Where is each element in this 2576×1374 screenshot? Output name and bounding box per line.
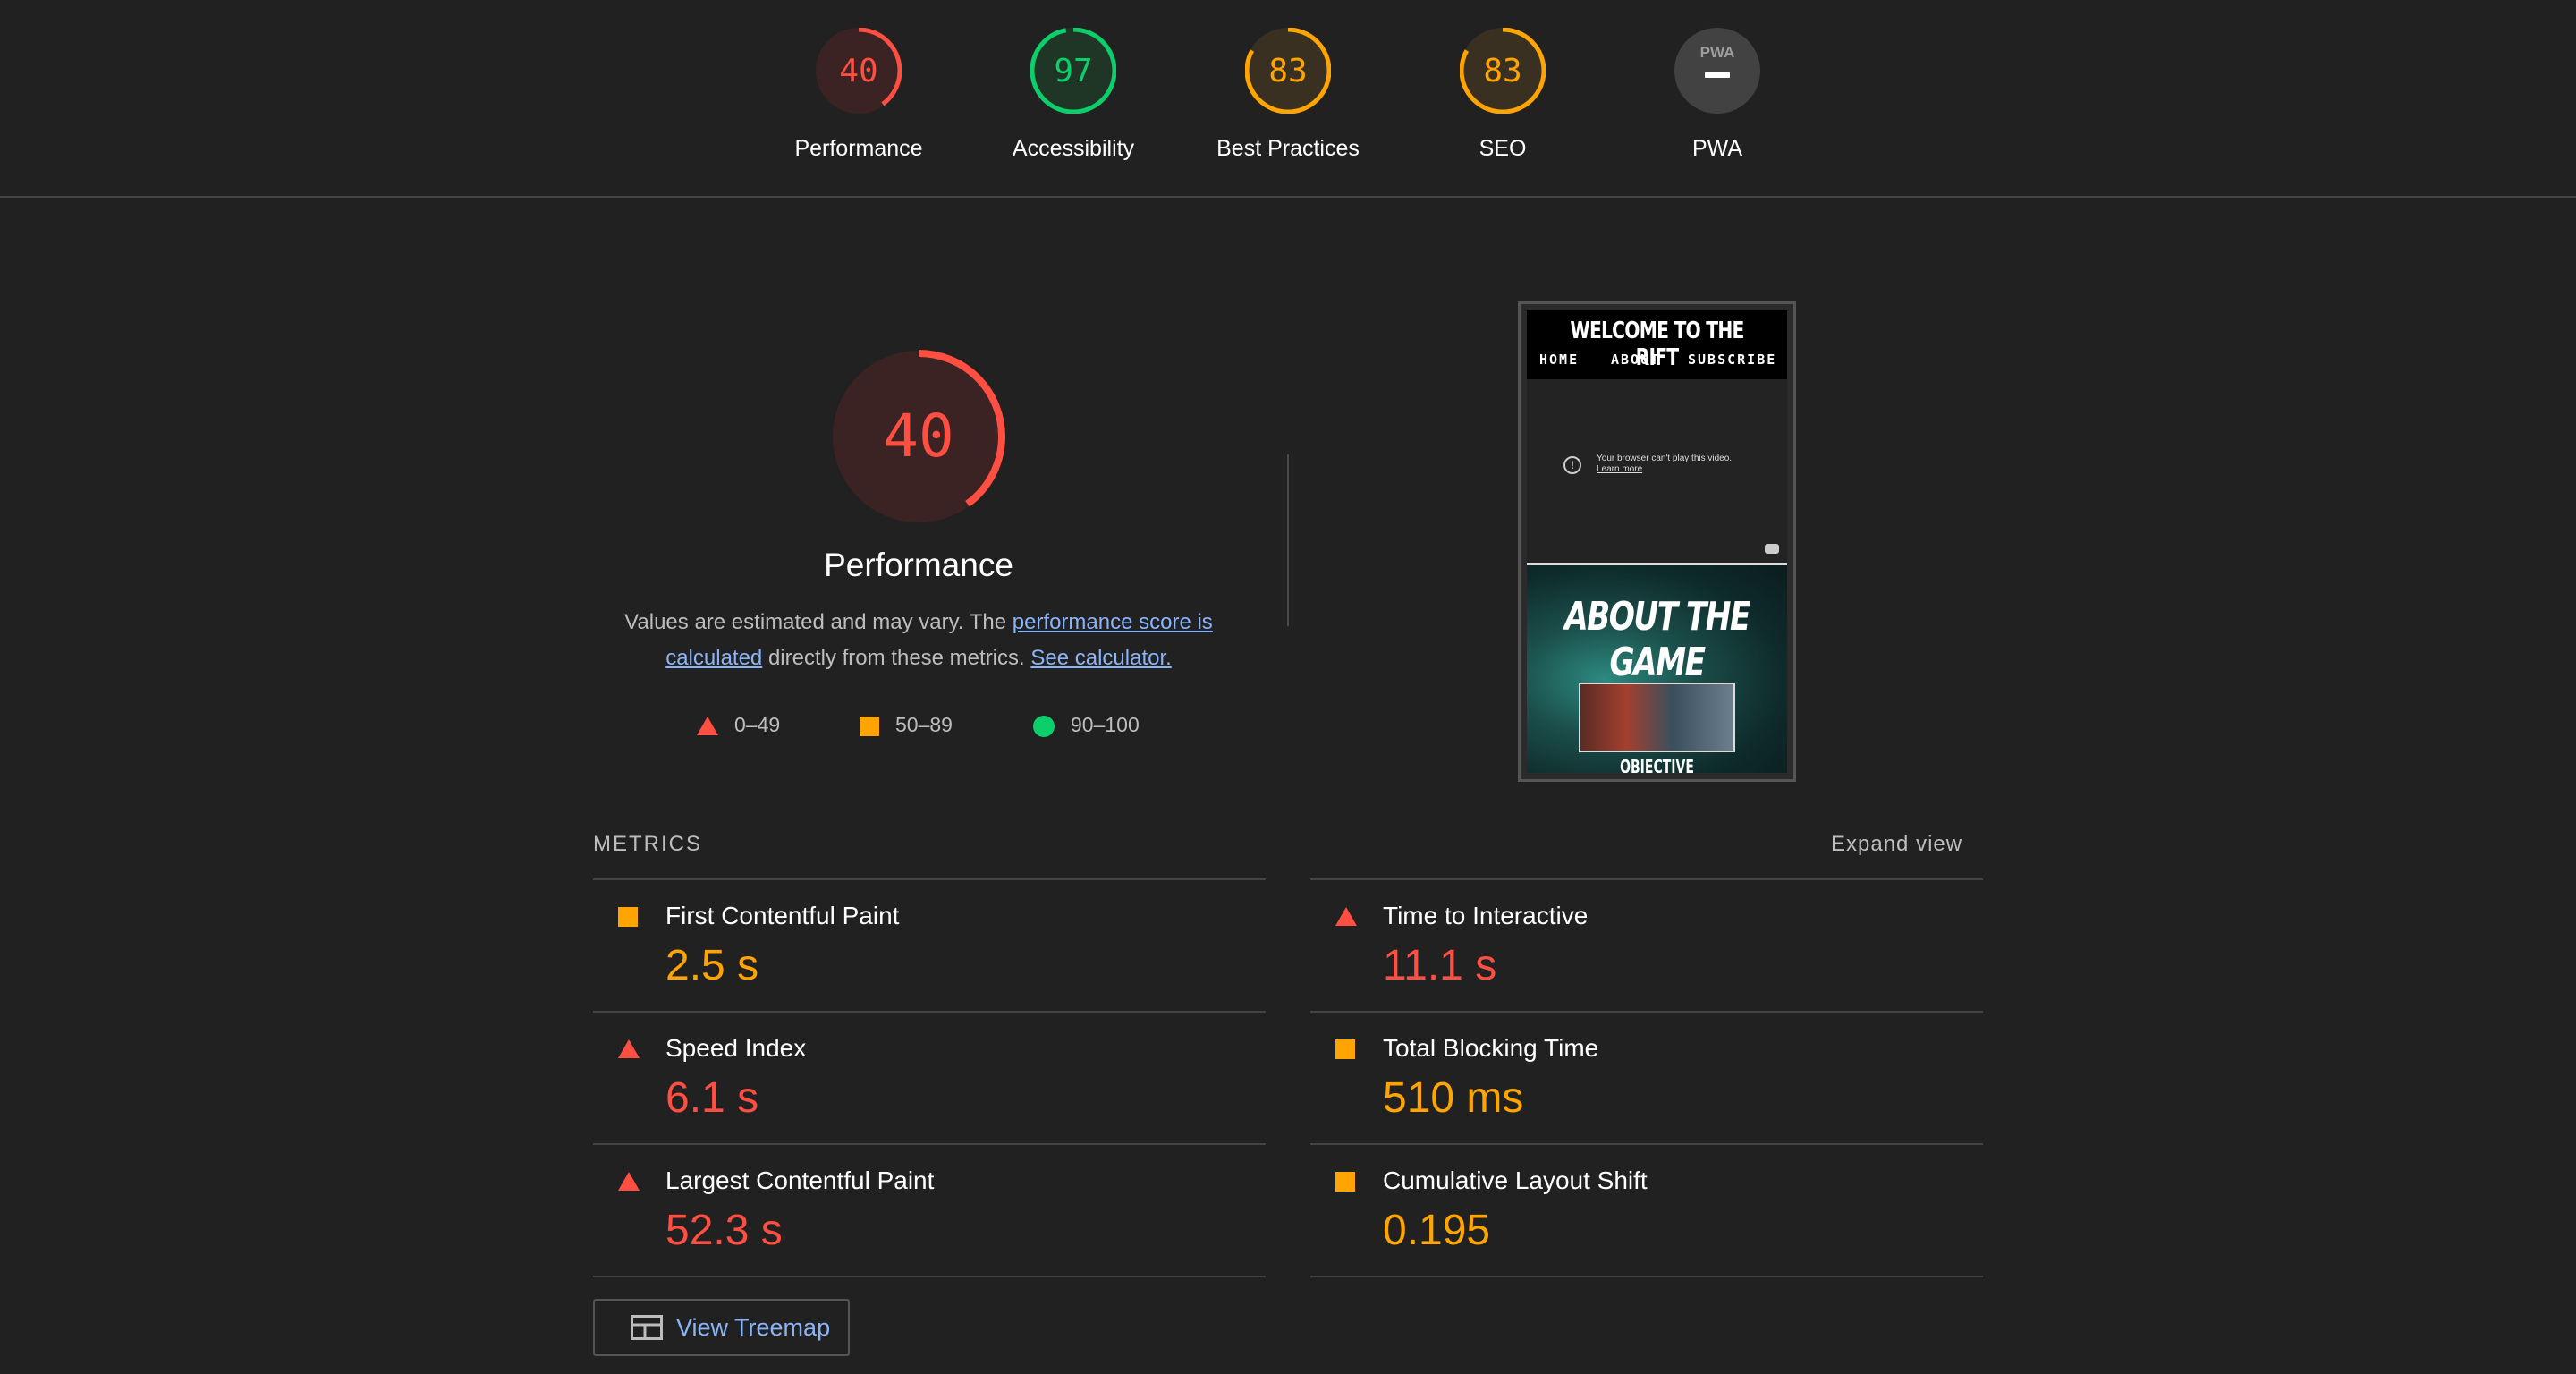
metric-name: Total Blocking Time (1383, 1034, 1599, 1062)
metric-largest-contentful-paint: Largest Contentful Paint 52.3 s (593, 1143, 1266, 1277)
fail-triangle-icon (618, 1172, 640, 1191)
hero-score: 40 (883, 402, 953, 471)
pwa-badge-text: PWA (1700, 44, 1735, 61)
about-section: ABOUT THE GAME OBJECTIVE (1527, 565, 1787, 773)
average-square-icon (1335, 1039, 1355, 1059)
gauge-label: PWA (1691, 136, 1743, 161)
see-calculator-link[interactable]: See calculator. (1030, 646, 1171, 670)
site-nav-about: ABOUT (1611, 352, 1661, 368)
alert-icon: ! (1563, 456, 1581, 474)
gauge-label: SEO (1479, 136, 1527, 161)
metric-value: 6.1 s (665, 1074, 759, 1122)
hero-description: Values are estimated and may vary. The p… (601, 605, 1236, 676)
metric-total-blocking-time: Total Blocking Time 510 ms (1310, 1011, 1983, 1143)
average-square-icon (1335, 1172, 1355, 1192)
metric-speed-index: Speed Index 6.1 s (593, 1011, 1266, 1143)
objective-heading: OBJECTIVE (1620, 756, 1694, 773)
metric-name: First Contentful Paint (665, 902, 900, 929)
fail-triangle-icon (1335, 907, 1357, 926)
metric-name: Time to Interactive (1383, 902, 1589, 929)
video-message: Your browser can't play this video. Lear… (1597, 454, 1732, 475)
screenshot-content: WELCOME TO THE RIFT HOME ABOUT SUBSCRIBE… (1527, 310, 1787, 773)
legend-fail: 0–49 (697, 711, 780, 738)
site-nav-subscribe: SUBSCRIBE (1688, 352, 1777, 368)
site-header: WELCOME TO THE RIFT HOME ABOUT SUBSCRIBE (1527, 310, 1787, 379)
gauge-score: 83 (1483, 53, 1521, 89)
gauge-accessibility[interactable]: 97 Accessibility (966, 0, 1181, 179)
pass-circle-icon (1033, 715, 1055, 737)
metric-name: Cumulative Layout Shift (1383, 1166, 1648, 1194)
hero-performance-gauge: 40 (832, 350, 1005, 523)
legend-average-label: 50–89 (895, 713, 953, 736)
pwa-badge-icon: PWA (1674, 28, 1760, 114)
desc-prefix: Values are estimated and may vary. The (624, 610, 1013, 634)
average-square-icon (618, 907, 638, 927)
about-title: ABOUT THE GAME (1564, 594, 1750, 685)
view-treemap-button[interactable]: View Treemap (593, 1299, 850, 1356)
view-treemap-label: View Treemap (676, 1314, 831, 1341)
video-placeholder: ! Your browser can't play this video. Le… (1527, 379, 1787, 563)
metric-first-contentful-paint: First Contentful Paint 2.5 s (593, 878, 1266, 1011)
metric-name: Speed Index (665, 1034, 807, 1062)
game-art-image (1579, 683, 1735, 752)
seo-gauge-icon: 83 (1460, 28, 1546, 114)
vertical-divider (1287, 454, 1289, 626)
metric-value: 52.3 s (665, 1207, 783, 1254)
video-learn-more: Learn more (1597, 464, 1643, 474)
desc-mid: directly from these metrics. (762, 646, 1031, 670)
best-practices-gauge-icon: 83 (1245, 28, 1331, 114)
average-square-icon (860, 716, 879, 736)
metric-cumulative-layout-shift: Cumulative Layout Shift 0.195 (1310, 1143, 1983, 1277)
legend-average: 50–89 (860, 711, 953, 738)
performance-gauge-icon: 40 (816, 28, 902, 114)
treemap-icon (631, 1315, 663, 1340)
legend-fail-label: 0–49 (734, 713, 781, 736)
expand-view-toggle[interactable]: Expand view (1831, 832, 1962, 857)
gauge-score: 97 (1054, 53, 1092, 89)
metric-value: 11.1 s (1383, 942, 1497, 989)
metric-value: 0.195 (1383, 1207, 1491, 1254)
gauge-label: Accessibility (1012, 136, 1135, 161)
site-nav-home: HOME (1539, 352, 1580, 368)
gauge-score: 83 (1268, 53, 1307, 89)
metric-time-to-interactive: Time to Interactive 11.1 s (1310, 878, 1983, 1011)
youtube-icon (1765, 544, 1779, 554)
category-gauges-bar: 40 Performance 97 Accessibility 83 Best … (0, 0, 2576, 198)
accessibility-gauge-icon: 97 (1030, 28, 1116, 114)
gauge-pwa[interactable]: PWA PWA (1610, 0, 1825, 179)
metric-name: Largest Contentful Paint (665, 1166, 935, 1194)
legend-pass: 90–100 (1033, 711, 1140, 738)
hero-title: Performance (824, 547, 1013, 583)
metric-value: 510 ms (1383, 1074, 1524, 1122)
final-screenshot[interactable]: WELCOME TO THE RIFT HOME ABOUT SUBSCRIBE… (1518, 301, 1796, 782)
video-error-text: Your browser can't play this video. (1597, 454, 1733, 463)
gauge-label: Best Practices (1216, 136, 1360, 161)
metrics-header: METRICS (593, 832, 702, 856)
gauge-best-practices[interactable]: 83 Best Practices (1181, 0, 1395, 179)
gauge-score: 40 (839, 53, 877, 89)
legend-pass-label: 90–100 (1071, 713, 1140, 736)
fail-triangle-icon (697, 717, 718, 736)
fail-triangle-icon (618, 1039, 640, 1058)
gauge-performance[interactable]: 40 Performance (751, 0, 966, 179)
gauge-seo[interactable]: 83 SEO (1395, 0, 1610, 179)
metric-value: 2.5 s (665, 942, 759, 989)
gauge-label: Performance (794, 136, 923, 161)
